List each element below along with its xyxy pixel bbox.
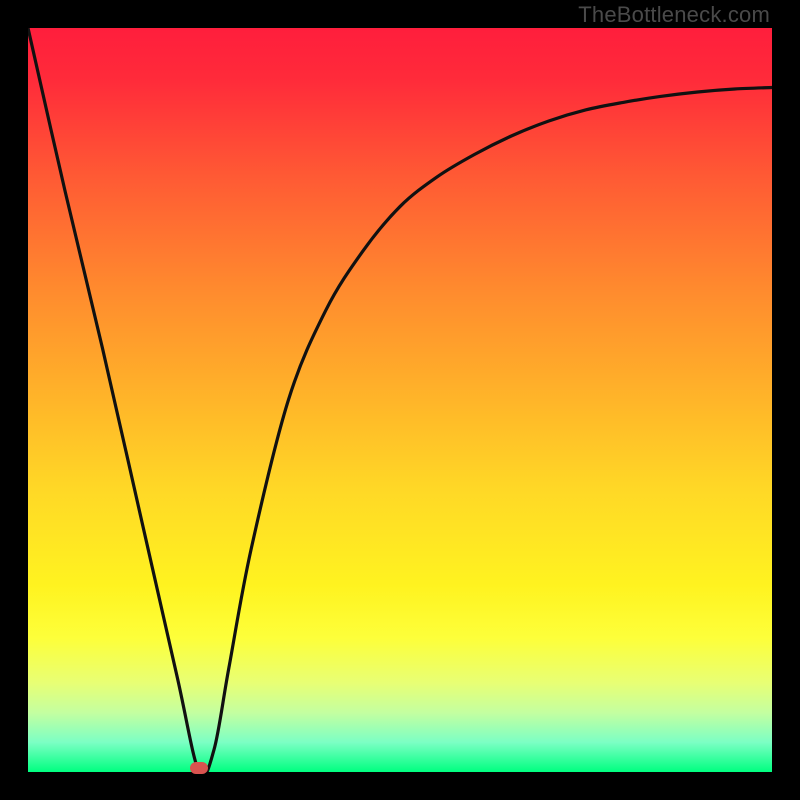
chart-plot-area [28, 28, 772, 772]
attribution-text: TheBottleneck.com [578, 2, 770, 28]
minimum-marker [190, 762, 208, 774]
bottleneck-curve [28, 28, 772, 772]
